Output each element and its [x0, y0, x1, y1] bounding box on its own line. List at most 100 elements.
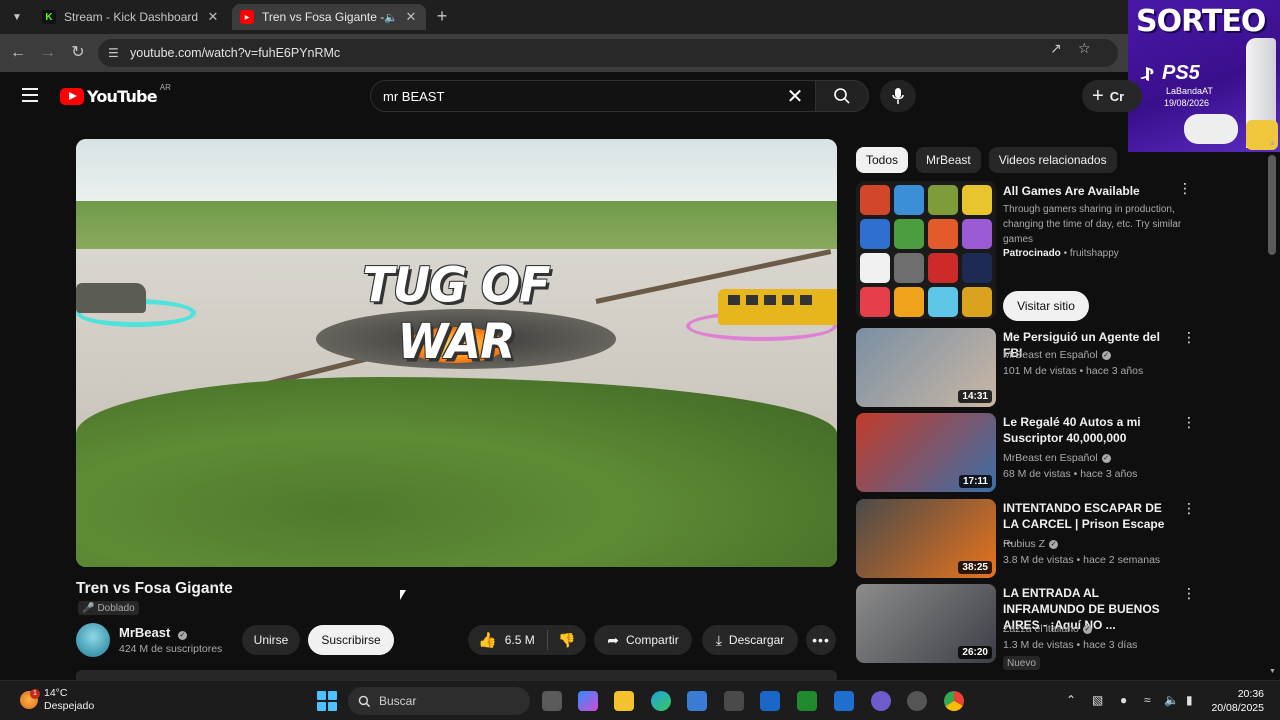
vs-code-icon[interactable] [760, 691, 780, 711]
windows-start-icon[interactable] [317, 691, 337, 711]
tab-youtube-video[interactable]: ▶ Tren vs Fosa Gigante - YouT 🔈 ✕ [232, 4, 426, 30]
sponsored-ad[interactable]: All Games Are Available Through gamers s… [856, 181, 1196, 321]
subscribe-button[interactable]: Suscribirse [308, 625, 394, 655]
new-tab-icon[interactable]: + [432, 6, 452, 26]
more-vertical-icon[interactable]: ⋮ [1178, 181, 1192, 195]
recommendation-channel[interactable]: Zazza el italiano ✓ [1003, 623, 1092, 635]
ad-game-tile [860, 287, 890, 317]
voice-search-button[interactable] [880, 80, 916, 112]
close-tab-icon[interactable]: ✕ [206, 9, 220, 25]
copilot-icon[interactable] [578, 691, 598, 711]
like-button[interactable]: 👍 6.5 M [468, 630, 548, 650]
video-thumbnail[interactable]: 38:25 [856, 499, 996, 578]
ad-game-tile [860, 219, 890, 249]
share-icon: ➦ [607, 631, 620, 648]
recommendation-item[interactable]: 17:11 Le Regalé 40 Autos a mi Suscriptor … [856, 413, 1196, 493]
taskbar-search-input[interactable]: Buscar [348, 687, 530, 715]
recommendation-channel[interactable]: Rubius Z ✓ [1003, 538, 1059, 550]
dislike-button[interactable]: 👎 [548, 632, 586, 649]
close-tab-icon[interactable]: ✕ [404, 9, 418, 25]
download-label: Descargar [728, 633, 785, 647]
scroll-up-icon[interactable]: ▲ [1269, 140, 1276, 147]
open-in-app-icon[interactable]: ↗ [1050, 40, 1062, 57]
subscriber-count: 424 M de suscriptores [119, 643, 223, 655]
ad-description: Through gamers sharing in production, ch… [1003, 204, 1182, 245]
video-frame-tank [76, 283, 146, 313]
speaker-icon[interactable]: 🔈 [384, 11, 398, 24]
recommendation-channel[interactable]: MrBeast en Español ✓ [1003, 452, 1111, 464]
forward-arrow-icon[interactable]: → [38, 43, 58, 63]
more-vertical-icon[interactable]: ⋮ [1182, 415, 1196, 429]
search-input[interactable]: mr BEAST ✕ [370, 80, 816, 112]
recommendation-item[interactable]: 38:25 INTENTANDO ESCAPAR DE LA CARCEL | P… [856, 499, 1196, 579]
weather-widget[interactable]: 1 14°C Despejado [20, 687, 94, 713]
chip-mrbeast[interactable]: MrBeast [916, 147, 981, 173]
tray-chevron-up-icon[interactable]: ⌃ [1066, 693, 1076, 707]
video-duration: 26:20 [958, 646, 992, 659]
more-vertical-icon[interactable]: ⋮ [1182, 330, 1196, 344]
scroll-down-icon[interactable]: ▼ [1269, 668, 1276, 675]
settings-gear-icon[interactable] [907, 691, 927, 711]
share-label: Compartir [626, 633, 679, 647]
system-clock[interactable]: 20:36 20/08/2025 [1210, 687, 1264, 715]
menu-hamburger-icon[interactable] [22, 88, 38, 102]
video-thumbnail[interactable]: 14:31 [856, 328, 996, 407]
wifi-icon[interactable]: ≈ [1144, 693, 1151, 707]
obs-app-icon[interactable] [724, 691, 744, 711]
video-thumbnail[interactable]: 26:20 [856, 584, 996, 663]
description-box[interactable] [76, 670, 837, 680]
more-vertical-icon[interactable]: ⋮ [1182, 501, 1196, 515]
create-button[interactable]: + Cr [1082, 80, 1142, 112]
channel-name[interactable]: MrBeast ✓ [119, 625, 187, 640]
bookmark-star-icon[interactable]: ☆ [1078, 40, 1091, 57]
tray-app-icon[interactable]: ▧ [1092, 693, 1103, 707]
discord-icon[interactable] [871, 691, 891, 711]
battery-icon[interactable]: ▮ [1186, 693, 1193, 707]
ad-sponsor-line: Patrocinado • fruitshappy [1003, 248, 1119, 259]
site-info-icon[interactable]: ☰ [108, 46, 128, 60]
reload-icon[interactable]: ↻ [68, 43, 88, 63]
giveaway-date: 19/08/2026 [1164, 98, 1210, 108]
volume-icon[interactable]: 🔈 [1164, 693, 1179, 707]
share-button[interactable]: ➦ Compartir [594, 625, 692, 655]
recommendation-item[interactable]: 26:20 LA ENTRADA AL INFRAMUNDO DE BUENOS … [856, 584, 1196, 670]
sponsored-label: Patrocinado [1003, 248, 1061, 259]
youtube-icon: ▶ [240, 10, 254, 24]
clear-search-icon[interactable]: ✕ [775, 84, 815, 109]
more-vertical-icon[interactable]: ⋮ [1182, 586, 1196, 600]
omnibox[interactable]: ☰ youtube.com/watch?v=fuhE6PYnRMc [98, 39, 1118, 67]
back-arrow-icon[interactable]: ← [8, 43, 28, 63]
channel-avatar[interactable] [76, 623, 110, 657]
edge-browser-icon[interactable] [651, 691, 671, 711]
xbox-icon[interactable] [797, 691, 817, 711]
microsoft-store-icon[interactable] [687, 691, 707, 711]
outlook-icon[interactable] [834, 691, 854, 711]
chrome-browser-icon[interactable] [944, 691, 964, 711]
search-button[interactable] [815, 80, 869, 112]
chip-videos-relacionados[interactable]: Videos relacionados [988, 147, 1117, 173]
recommendation-channel[interactable]: MrBeast en Español ✓ [1003, 349, 1111, 361]
channel-name-text: MrBeast [119, 625, 171, 640]
video-duration: 17:11 [958, 475, 992, 488]
video-thumbnail[interactable]: 17:11 [856, 413, 996, 492]
search-icon [834, 88, 850, 104]
file-explorer-icon[interactable] [614, 691, 634, 711]
microphone-tray-icon[interactable]: ● [1120, 693, 1127, 707]
recommendation-meta: 101 M de vistas • hace 3 años [1003, 365, 1144, 377]
giveaway-host: LaBandaAT [1166, 86, 1213, 96]
video-player[interactable]: TUG OF WAR [76, 139, 837, 567]
tab-kick-dashboard[interactable]: K Stream - Kick Dashboard ✕ [34, 4, 228, 30]
recommendation-item[interactable]: 14:31 Me Persiguió un Agente del FBI MrBea… [856, 328, 1196, 408]
more-horizontal-icon: ••• [812, 632, 830, 648]
channel-name-text: Rubius Z [1003, 538, 1046, 550]
recommendation-title[interactable]: Le Regalé 40 Autos a mi Suscriptor 40,00… [1003, 414, 1173, 446]
chip-todos[interactable]: Todos [856, 147, 909, 173]
task-view-icon[interactable] [542, 691, 562, 711]
youtube-logo[interactable]: YouTube AR [60, 83, 171, 106]
more-actions-button[interactable]: ••• [806, 625, 836, 655]
scrollbar-thumb[interactable] [1268, 155, 1276, 255]
download-button[interactable]: ⤓ Descargar [702, 625, 798, 655]
tab-search-chevron-icon[interactable]: ▼ [8, 8, 26, 26]
join-button[interactable]: Unirse [242, 625, 300, 655]
visit-site-button[interactable]: Visitar sitio [1003, 291, 1089, 321]
